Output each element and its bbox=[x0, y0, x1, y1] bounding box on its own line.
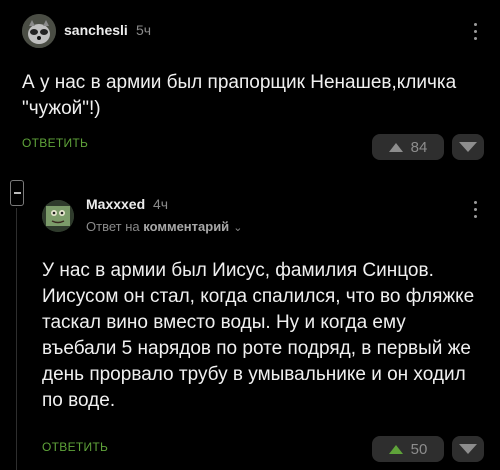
arrow-down-icon bbox=[459, 142, 477, 152]
more-options-icon[interactable] bbox=[472, 201, 478, 225]
minus-icon bbox=[13, 192, 21, 194]
username[interactable]: Maxxxed bbox=[86, 196, 145, 212]
upvote-button[interactable]: 50 bbox=[372, 436, 444, 462]
reply-button[interactable]: ОТВЕТИТЬ bbox=[42, 440, 108, 454]
reply-to-target[interactable]: комментарий bbox=[143, 219, 229, 234]
downvote-button[interactable] bbox=[452, 134, 484, 160]
more-options-icon[interactable] bbox=[472, 23, 478, 47]
comment-text: А у нас в армии был прапорщик Ненашев,кл… bbox=[22, 72, 457, 119]
raccoon-avatar-icon bbox=[22, 14, 56, 48]
arrow-up-icon bbox=[388, 444, 403, 454]
upvote-button[interactable]: 84 bbox=[372, 134, 444, 160]
reply-to-link[interactable]: Ответ на комментарий ⌄ bbox=[86, 219, 242, 234]
comments-page: sanchesli 5ч А у нас в армии был прапорщ… bbox=[0, 0, 500, 470]
downvote-button[interactable] bbox=[452, 436, 484, 462]
arrow-up-icon bbox=[388, 142, 403, 152]
rating-count: 50 bbox=[410, 440, 428, 458]
collapse-thread-button[interactable] bbox=[10, 180, 24, 206]
comment-text: У нас в армии был Иисус, фамилия Синцов.… bbox=[42, 260, 475, 411]
frog-avatar-icon bbox=[42, 200, 74, 232]
thread-line bbox=[16, 208, 17, 470]
reply-to-prefix: Ответ на bbox=[86, 219, 140, 234]
rating-count: 84 bbox=[410, 138, 428, 156]
timestamp: 5ч bbox=[136, 22, 152, 38]
avatar[interactable] bbox=[42, 200, 74, 232]
chevron-down-icon: ⌄ bbox=[233, 222, 243, 234]
avatar[interactable] bbox=[22, 14, 56, 48]
arrow-down-icon bbox=[459, 444, 477, 454]
username[interactable]: sanchesli bbox=[64, 22, 128, 38]
timestamp: 4ч bbox=[153, 196, 169, 212]
comment: sanchesli 5ч А у нас в армии был прапорщ… bbox=[0, 0, 500, 176]
reply-button[interactable]: ОТВЕТИТЬ bbox=[22, 136, 88, 150]
